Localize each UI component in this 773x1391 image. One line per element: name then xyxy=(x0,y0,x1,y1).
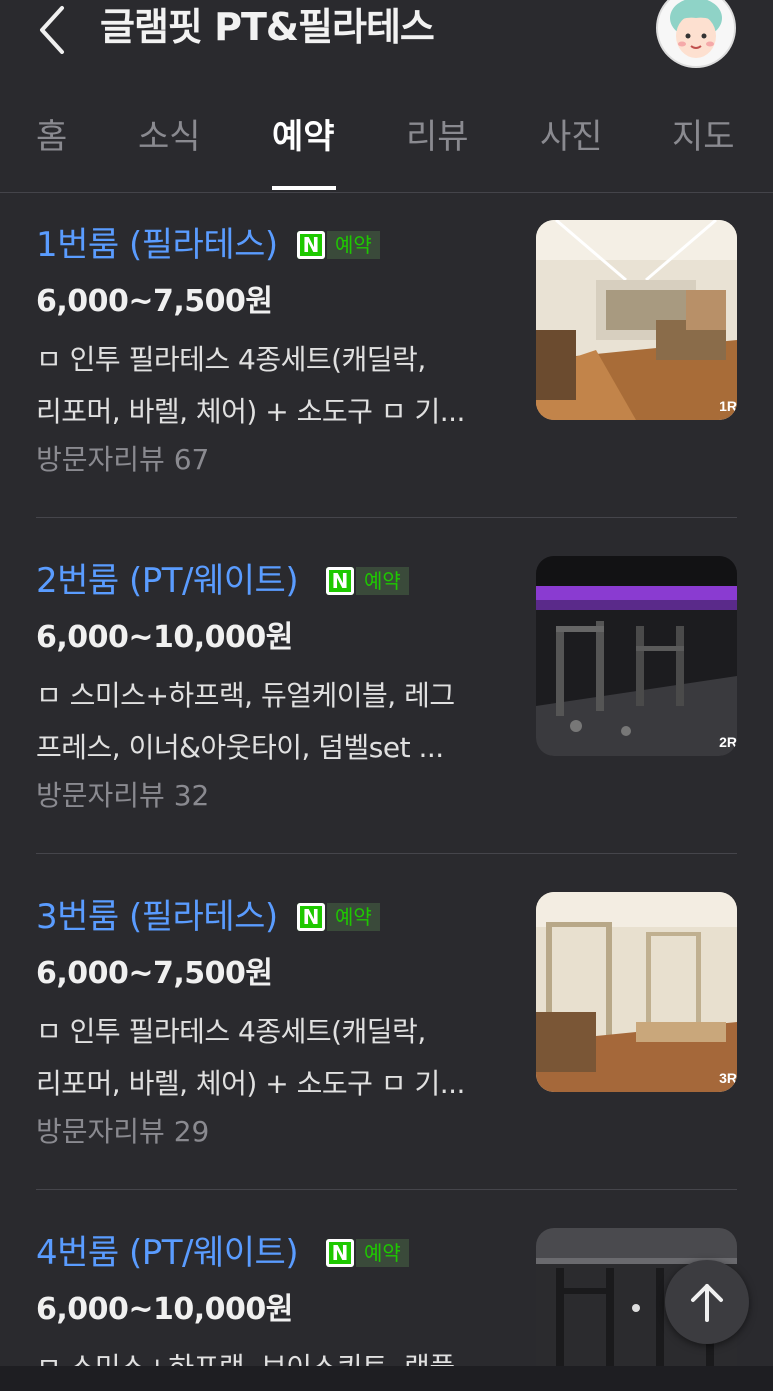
page-title: 글램핏 PT&필라테스 xyxy=(100,5,435,49)
thumbnail-label: 1R xyxy=(719,398,737,414)
tab-photos[interactable]: 사진 xyxy=(540,112,603,162)
badge-label: 예약 xyxy=(356,1239,409,1267)
room-name-link[interactable]: 1번룸 (필라테스) xyxy=(36,220,278,270)
room-thumbnail[interactable]: 1R xyxy=(536,220,737,420)
list-item[interactable]: 2번룸 (PT/웨이트) N 예약 6,000~10,000원 ㅁ 스미스+하프… xyxy=(0,556,773,892)
reservation-badge: N 예약 xyxy=(297,903,380,931)
description-line: ㅁ 스미스+하프랙, 듀얼케이블, 레그 xyxy=(36,679,455,712)
description: ㅁ 스미스+하프랙, 브이스쿼트, 랙풀 xyxy=(36,1342,506,1366)
naver-n-icon: N xyxy=(297,903,325,931)
back-button[interactable] xyxy=(34,4,74,54)
user-avatar-icon xyxy=(658,0,734,66)
divider xyxy=(36,1189,737,1190)
price: 6,000~10,000원 xyxy=(36,620,293,655)
room-name-link[interactable]: 4번룸 (PT/웨이트) xyxy=(36,1228,299,1278)
tab-reviews[interactable]: 리뷰 xyxy=(406,112,469,162)
tab-reservation[interactable]: 예약 xyxy=(272,112,335,162)
description: ㅁ 인투 필라테스 4종세트(캐딜락, 리포머, 바렐, 체어) + 소도구 ㅁ… xyxy=(36,1006,506,1110)
tab-home[interactable]: 홈 xyxy=(36,112,67,162)
divider xyxy=(36,853,737,854)
reservation-badge: N 예약 xyxy=(297,231,380,259)
pilates-room-photo xyxy=(536,220,737,420)
room-name-link[interactable]: 3번룸 (필라테스) xyxy=(36,892,278,942)
naver-n-icon: N xyxy=(326,1239,354,1267)
reservation-badge: N 예약 xyxy=(326,1239,409,1267)
review-count: 방문자리뷰 29 xyxy=(36,1115,210,1148)
room-thumbnail[interactable]: 2R xyxy=(536,556,737,756)
list-item[interactable]: 4번룸 (PT/웨이트) N 예약 6,000~10,000원 ㅁ 스미스+하프… xyxy=(0,1228,773,1366)
description: ㅁ 스미스+하프랙, 듀얼케이블, 레그 프레스, 이너&아웃타이, 덤벨set… xyxy=(36,670,506,774)
naver-n-icon: N xyxy=(297,231,325,259)
thumbnail-label: 3R xyxy=(719,1070,737,1086)
review-count: 방문자리뷰 67 xyxy=(36,443,210,476)
description-line: ㅁ 스미스+하프랙, 브이스쿼트, 랙풀 xyxy=(36,1342,506,1366)
list-item[interactable]: 3번룸 (필라테스) N 예약 6,000~7,500원 ㅁ 인투 필라테스 4… xyxy=(0,892,773,1228)
description-line: ㅁ 인투 필라테스 4종세트(캐딜락, xyxy=(36,343,426,376)
room-name-link[interactable]: 2번룸 (PT/웨이트) xyxy=(36,556,299,606)
naver-n-icon: N xyxy=(326,567,354,595)
description-line: 리포머, 바렐, 체어) + 소도구 ㅁ 기... xyxy=(36,395,465,428)
badge-label: 예약 xyxy=(356,567,409,595)
tab-news[interactable]: 소식 xyxy=(138,112,201,162)
scroll-to-top-button[interactable] xyxy=(665,1260,749,1344)
badge-label: 예약 xyxy=(327,231,380,259)
thumbnail-label: 2R xyxy=(719,734,737,750)
weight-room-photo xyxy=(536,556,737,756)
active-tab-indicator xyxy=(272,186,336,190)
price: 6,000~10,000원 xyxy=(36,1292,293,1327)
tab-map[interactable]: 지도 xyxy=(672,112,735,162)
description-line: 프레스, 이너&아웃타이, 덤벨set ... xyxy=(36,731,444,764)
description-line: ㅁ 인투 필라테스 4종세트(캐딜락, xyxy=(36,1015,426,1048)
badge-label: 예약 xyxy=(327,903,380,931)
pilates-room-photo xyxy=(536,892,737,1092)
description: ㅁ 인투 필라테스 4종세트(캐딜락, 리포머, 바렐, 체어) + 소도구 ㅁ… xyxy=(36,334,506,438)
price: 6,000~7,500원 xyxy=(36,956,273,991)
review-count: 방문자리뷰 32 xyxy=(36,779,210,812)
room-thumbnail[interactable]: 3R xyxy=(536,892,737,1092)
reservation-badge: N 예약 xyxy=(326,567,409,595)
description-line: 리포머, 바렐, 체어) + 소도구 ㅁ 기... xyxy=(36,1067,465,1100)
tab-bar: 홈 소식 예약 리뷰 사진 지도 xyxy=(0,100,773,193)
divider xyxy=(36,517,737,518)
bottom-bar xyxy=(0,1366,773,1391)
header: 글램핏 PT&필라테스 xyxy=(0,0,773,70)
price: 6,000~7,500원 xyxy=(36,284,273,319)
avatar[interactable] xyxy=(656,0,736,68)
chevron-left-icon xyxy=(40,6,64,54)
arrow-up-icon xyxy=(691,1284,723,1322)
list-item[interactable]: 1번룸 (필라테스) N 예약 6,000~7,500원 ㅁ 인투 필라테스 4… xyxy=(0,220,773,556)
